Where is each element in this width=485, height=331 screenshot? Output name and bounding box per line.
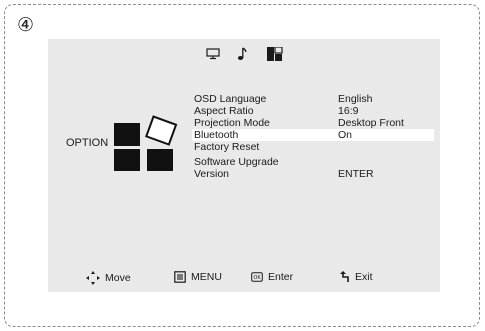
monitor-icon[interactable] bbox=[206, 47, 220, 65]
setting-value: English bbox=[338, 93, 373, 105]
hint-label: Enter bbox=[268, 271, 294, 283]
four-way-arrow-icon bbox=[86, 271, 100, 285]
key-hint-bar: Move MENU OK Enter Exit bbox=[48, 271, 440, 285]
hint-label: Exit bbox=[355, 271, 373, 283]
setting-row-projection-mode[interactable]: Projection Mode Desktop Front bbox=[192, 117, 434, 129]
hint-menu: MENU bbox=[174, 271, 222, 283]
setting-label: Bluetooth bbox=[194, 129, 239, 141]
setting-row-osd-language[interactable]: OSD Language English bbox=[192, 93, 434, 105]
setting-label: Software Upgrade Version bbox=[194, 156, 279, 180]
setting-row-aspect-ratio[interactable]: Aspect Ratio 16:9 bbox=[192, 105, 434, 117]
setting-label: Factory Reset bbox=[194, 141, 260, 153]
menu-section-label: OPTION bbox=[66, 137, 109, 149]
setting-row-factory-reset[interactable]: Factory Reset bbox=[192, 141, 434, 153]
setting-label: Projection Mode bbox=[194, 117, 270, 129]
music-note-icon[interactable] bbox=[237, 47, 247, 66]
option-logo-icon bbox=[114, 114, 182, 172]
setting-value: Desktop Front bbox=[338, 117, 404, 129]
return-arrow-icon bbox=[340, 271, 350, 283]
osd-menu-panel: OPTION OSD Language English Aspect Ratio… bbox=[48, 39, 440, 292]
hint-move: Move bbox=[86, 271, 131, 285]
step-number: ④ bbox=[17, 14, 35, 36]
setting-value: 16:9 bbox=[338, 105, 359, 117]
hint-exit: Exit bbox=[340, 271, 373, 283]
menu-tab-bar bbox=[48, 46, 440, 66]
setting-value: ENTER bbox=[338, 168, 374, 180]
hint-label: Move bbox=[105, 272, 131, 284]
hint-enter: OK Enter bbox=[251, 271, 293, 283]
setting-row-bluetooth[interactable]: Bluetooth On bbox=[192, 129, 434, 141]
setting-label: Aspect Ratio bbox=[194, 105, 254, 117]
hint-label: MENU bbox=[191, 271, 222, 283]
setting-label: OSD Language bbox=[194, 93, 267, 105]
setting-row-software-upgrade[interactable]: Software Upgrade Version ENTER bbox=[192, 156, 434, 180]
ok-key-icon: OK bbox=[251, 272, 263, 282]
settings-list: OSD Language English Aspect Ratio 16:9 P… bbox=[192, 93, 434, 180]
setting-value: On bbox=[338, 129, 353, 141]
menu-key-icon bbox=[174, 271, 186, 283]
option-tab-icon[interactable] bbox=[267, 46, 283, 66]
svg-text:OK: OK bbox=[253, 275, 261, 281]
